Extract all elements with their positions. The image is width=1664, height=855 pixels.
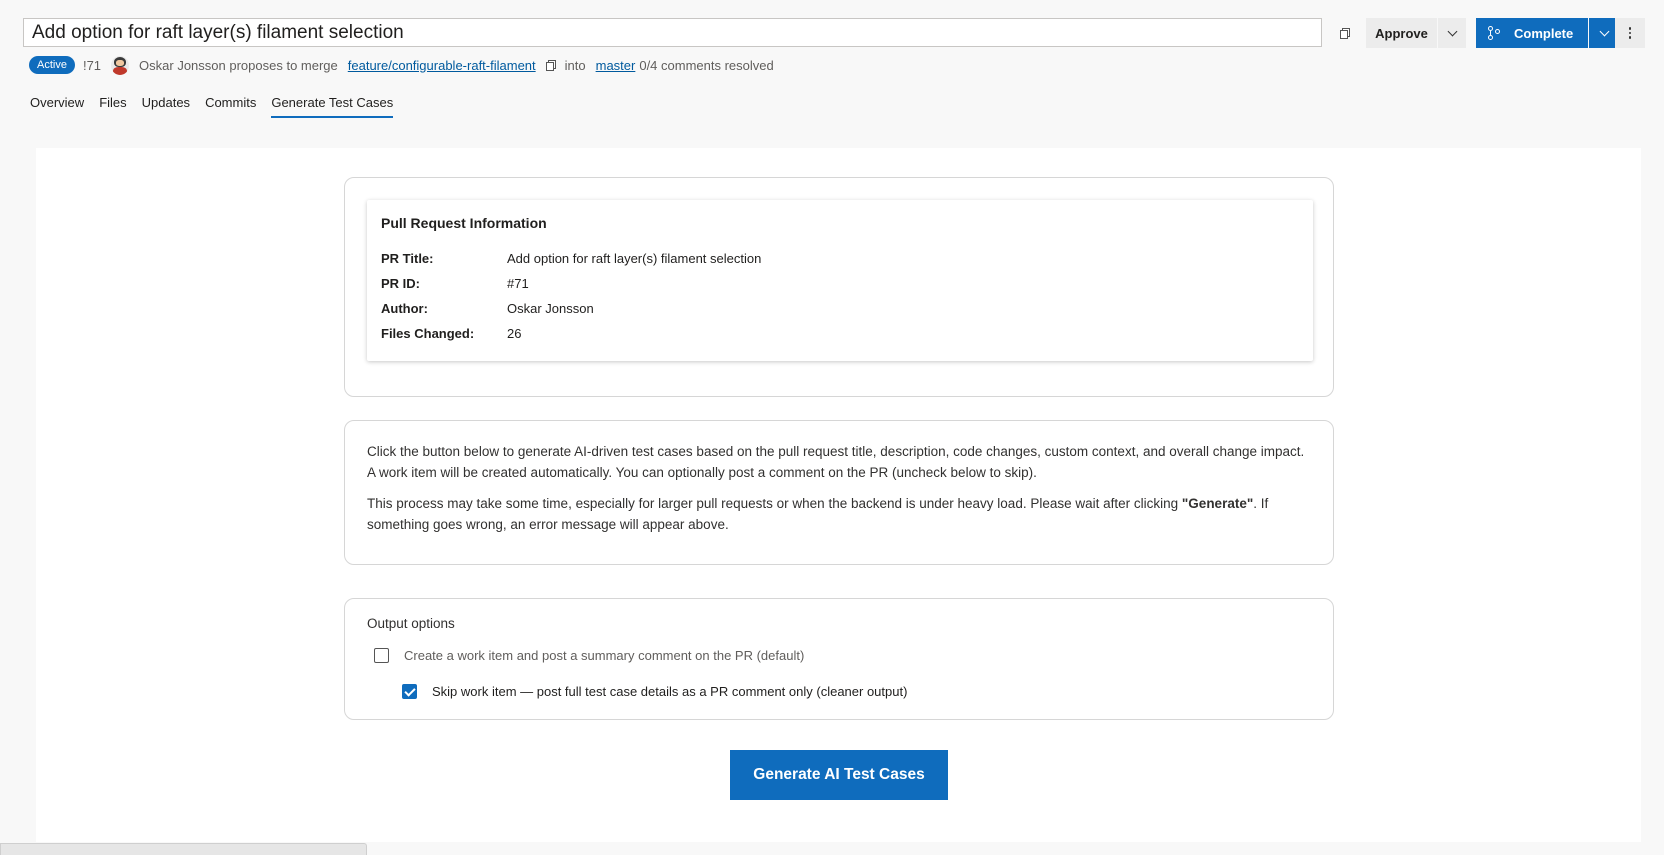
- tab-files[interactable]: Files: [99, 92, 126, 126]
- output-options-title: Output options: [367, 616, 455, 631]
- tab-overview[interactable]: Overview: [30, 92, 84, 126]
- option-skip-work-item[interactable]: Skip work item — post full test case det…: [395, 681, 1311, 701]
- copy-icon: [1339, 28, 1350, 39]
- chevron-down-icon: [1599, 26, 1609, 36]
- into-text: into: [564, 57, 586, 73]
- status-bar: [0, 843, 367, 855]
- pr-meta: Active !71 Oskar Jonsson proposes to mer…: [29, 55, 774, 75]
- chevron-down-icon: [1447, 26, 1457, 36]
- copy-title-button[interactable]: [1334, 22, 1354, 44]
- approve-group: Approve: [1366, 18, 1466, 48]
- branch-icon: [1488, 26, 1500, 40]
- info-row-files-changed: Files Changed: 26: [381, 321, 1299, 346]
- approve-options-button[interactable]: [1438, 18, 1466, 48]
- tab-updates[interactable]: Updates: [142, 92, 190, 126]
- option-label: Skip work item — post full test case det…: [432, 683, 908, 699]
- wait-paragraph: This process may take some time, especia…: [367, 496, 1269, 532]
- comments-resolved: 0/4 comments resolved: [639, 57, 774, 73]
- info-value: Add option for raft layer(s) filament se…: [507, 251, 762, 266]
- info-value: Oskar Jonsson: [507, 301, 594, 316]
- description-card: Click the button below to generate AI-dr…: [344, 420, 1334, 565]
- info-label: PR Title:: [381, 251, 434, 266]
- info-row-title: PR Title: Add option for raft layer(s) f…: [381, 246, 1299, 271]
- info-row-id: PR ID: #71: [381, 271, 1299, 296]
- pr-info-panel: Pull Request Information PR Title: Add o…: [367, 200, 1313, 361]
- tab-commits[interactable]: Commits: [205, 92, 256, 126]
- option-create-work-item[interactable]: Create a work item and post a summary co…: [367, 645, 1311, 665]
- approve-button[interactable]: Approve: [1366, 18, 1437, 48]
- pr-number: !71: [82, 57, 102, 73]
- pr-info-title: Pull Request Information: [381, 215, 547, 231]
- copy-branch-icon[interactable]: [545, 60, 556, 71]
- more-icon: [1628, 27, 1632, 30]
- skip-work-item-checkbox[interactable]: [402, 683, 417, 699]
- info-value: #71: [507, 276, 529, 291]
- pr-title-input[interactable]: Add option for raft layer(s) filament se…: [23, 18, 1322, 47]
- generate-test-cases-button[interactable]: Generate AI Test Cases: [730, 750, 948, 800]
- complete-group: Complete: [1476, 18, 1619, 48]
- output-options-card: Output options Create a work item and po…: [344, 598, 1334, 720]
- main-content: Pull Request Information PR Title: Add o…: [36, 148, 1641, 842]
- option-label: Create a work item and post a summary co…: [404, 647, 805, 663]
- status-badge: Active: [29, 56, 75, 74]
- tab-generate-test-cases[interactable]: Generate Test Cases: [271, 92, 393, 126]
- pr-header: Add option for raft layer(s) filament se…: [0, 0, 1664, 140]
- info-value: 26: [507, 326, 522, 341]
- description-paragraph: Click the button below to generate AI-dr…: [367, 444, 1305, 480]
- complete-button[interactable]: Complete: [1476, 18, 1588, 48]
- more-actions-button[interactable]: [1615, 18, 1645, 48]
- source-branch-link[interactable]: feature/configurable-raft-filament: [348, 58, 536, 73]
- info-label: PR ID:: [381, 276, 420, 291]
- author-text: Oskar Jonsson proposes to merge: [139, 57, 338, 73]
- create-work-item-checkbox[interactable]: [374, 647, 389, 663]
- info-row-author: Author: Oskar Jonsson: [381, 296, 1299, 321]
- pr-info-card: Pull Request Information PR Title: Add o…: [344, 177, 1334, 397]
- pr-tabs: Overview Files Updates Commits Generate …: [30, 92, 408, 126]
- info-label: Author:: [381, 301, 428, 316]
- info-label: Files Changed:: [381, 326, 475, 341]
- target-branch-link[interactable]: master: [596, 58, 636, 73]
- avatar[interactable]: [111, 55, 130, 75]
- complete-label: Complete: [1514, 25, 1574, 41]
